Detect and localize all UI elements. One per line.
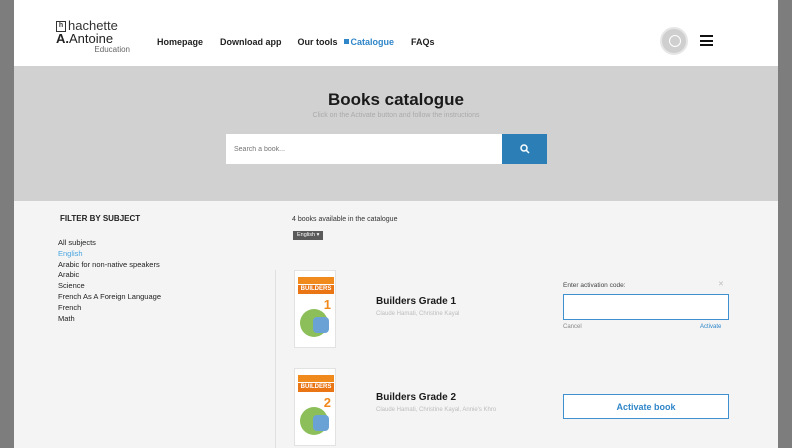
- cover-grade-number: 1: [323, 297, 331, 312]
- book-authors: Claude Hamati, Christine Kayal: [376, 311, 460, 317]
- book-authors: Claude Hamati, Christine Kayal, Annie's …: [376, 407, 497, 413]
- filter-french-foreign[interactable]: French As A Foreign Language: [58, 292, 161, 303]
- cover-band: [298, 277, 334, 284]
- logo-education: Education: [94, 45, 130, 54]
- hamburger-menu-icon[interactable]: [700, 35, 713, 46]
- filter-all-subjects[interactable]: All subjects: [58, 238, 161, 249]
- column-divider: [275, 270, 276, 448]
- logo-antoine: Antoine: [69, 31, 114, 46]
- nav-catalogue[interactable]: Catalogue: [343, 37, 395, 47]
- site-header: h hachette A.Antoine Education Homepage …: [14, 0, 778, 66]
- activation-code-input[interactable]: [563, 294, 729, 320]
- page-subtitle: Click on the Activate button and follow …: [312, 112, 480, 119]
- cancel-link[interactable]: Cancel: [563, 324, 582, 330]
- activate-link[interactable]: Activate: [700, 324, 721, 330]
- search-icon: [519, 144, 530, 154]
- search-button[interactable]: [502, 134, 547, 164]
- book-title[interactable]: Builders Grade 2: [376, 392, 456, 403]
- book-title[interactable]: Builders Grade 1: [376, 296, 456, 307]
- cover-band: [298, 375, 334, 382]
- nav-our-tools[interactable]: Our tools: [298, 37, 338, 47]
- nav-download-app[interactable]: Download app: [220, 37, 282, 47]
- books-count: 4 books available in the catalogue: [292, 216, 398, 223]
- nav-faqs[interactable]: FAQs: [411, 37, 435, 47]
- subject-filter-list: All subjects English Arabic for non-nati…: [58, 238, 161, 324]
- catalogue-icon: [343, 39, 349, 44]
- language-filter-chip[interactable]: English ▾: [293, 231, 324, 240]
- filter-english[interactable]: English: [58, 249, 161, 260]
- logo-mark-icon: h: [56, 20, 66, 32]
- logo-middle-line: A.Antoine: [56, 32, 136, 45]
- cover-illustration-detail: [313, 415, 329, 431]
- browser-frame: h hachette A.Antoine Education Homepage …: [14, 0, 778, 448]
- hero-banner: Books catalogue Click on the Activate bu…: [14, 66, 778, 201]
- cover-illustration-detail: [313, 317, 329, 333]
- hachette-logo[interactable]: h hachette A.Antoine Education: [56, 19, 136, 55]
- search-input[interactable]: [226, 134, 516, 164]
- cover-title: BUILDERS: [298, 383, 334, 392]
- cover-grade-number: 2: [323, 395, 331, 410]
- main-nav: Homepage Download app Our tools Catalogu…: [157, 37, 435, 47]
- book-cover[interactable]: BUILDERS 2: [294, 368, 336, 446]
- logo-initial: A.: [56, 31, 69, 46]
- close-icon[interactable]: ✕: [718, 280, 724, 288]
- cover-title: BUILDERS: [298, 285, 334, 294]
- page-title: Books catalogue: [327, 90, 465, 109]
- book-cover[interactable]: BUILDERS 1: [294, 270, 336, 348]
- activation-code-label: Enter activation code:: [563, 282, 626, 289]
- user-avatar[interactable]: [660, 27, 688, 55]
- nav-catalogue-label: Catalogue: [350, 37, 395, 47]
- filter-science[interactable]: Science: [58, 281, 161, 292]
- filter-arabic-non-native[interactable]: Arabic for non-native speakers: [58, 260, 161, 271]
- filter-title: FILTER BY SUBJECT: [60, 214, 141, 223]
- filter-arabic[interactable]: Arabic: [58, 270, 161, 281]
- activate-book-button[interactable]: Activate book: [563, 394, 729, 419]
- filter-french[interactable]: French: [58, 303, 161, 314]
- nav-homepage[interactable]: Homepage: [157, 37, 203, 47]
- filter-math[interactable]: Math: [58, 314, 161, 325]
